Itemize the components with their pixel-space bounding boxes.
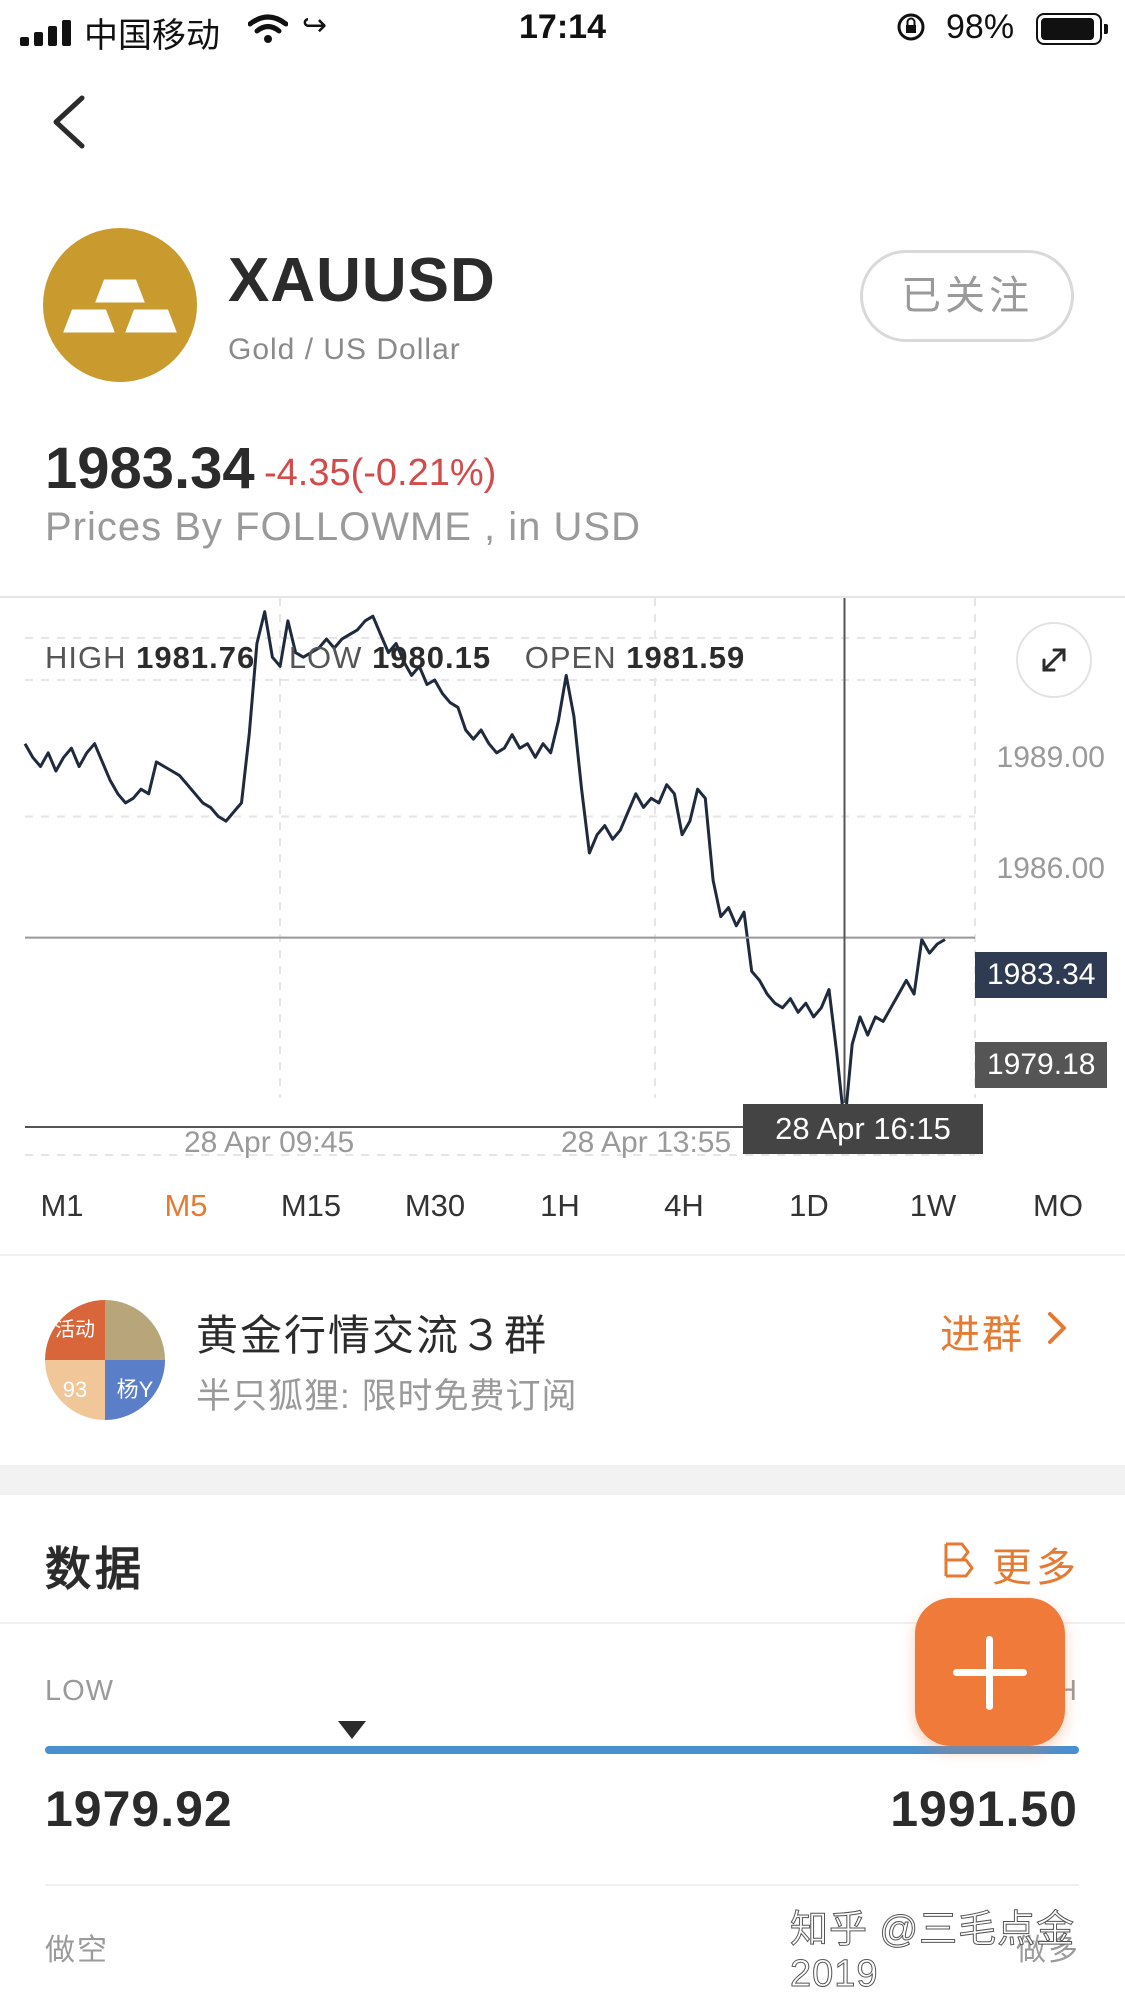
tab-mo[interactable]: MO — [996, 1188, 1120, 1224]
range-high-value: 1991.50 — [890, 1781, 1078, 1837]
price-change: -4.35(-0.21%) — [264, 452, 497, 494]
battery-icon — [1036, 13, 1108, 45]
current-price-tag: 1983.34 — [975, 952, 1108, 998]
data-section-title: 数据 — [45, 1543, 145, 1595]
instrument-name: Gold / US Dollar — [228, 333, 461, 366]
ohlc-readout: HIGH 1981.76 LOW 1980.15 OPEN 1981.59 — [45, 640, 769, 676]
group-name[interactable]: 黄金行情交流３群 — [196, 1302, 548, 1363]
avatar-tile: 杨Y — [105, 1360, 165, 1420]
group-avatar[interactable]: 活动 93 杨Y — [45, 1300, 165, 1420]
range-low-value: 1979.92 — [45, 1781, 233, 1837]
tab-m5[interactable]: M5 — [124, 1188, 248, 1224]
back-chevron-icon[interactable] — [42, 92, 102, 152]
x-axis-label: 28 Apr 09:45 — [184, 1126, 355, 1159]
open-value: 1981.59 — [626, 640, 746, 675]
divider — [0, 1254, 1125, 1256]
section-spacer — [0, 1465, 1125, 1495]
range-low-label: LOW — [45, 1675, 115, 1707]
instrument-symbol: XAUUSD — [228, 246, 496, 315]
y-axis-label: 1989.00 — [996, 741, 1105, 774]
tab-m15[interactable]: M15 — [249, 1188, 373, 1224]
gold-bars-logo — [43, 228, 197, 382]
current-price: 1983.34 — [45, 436, 255, 501]
short-label: 做空 — [45, 1934, 109, 1967]
fullscreen-button[interactable] — [1016, 622, 1092, 698]
tab-1h[interactable]: 1H — [498, 1188, 622, 1224]
join-group-button[interactable]: 进群 — [940, 1302, 1024, 1360]
crosshair-price-tag: 1979.18 — [975, 1042, 1108, 1088]
avatar-tile: 93 — [45, 1360, 105, 1420]
more-link[interactable]: 更多 — [992, 1535, 1080, 1593]
tab-m1[interactable]: M1 — [0, 1188, 124, 1224]
avatar-tile — [105, 1300, 165, 1360]
range-marker-icon — [338, 1721, 366, 1739]
tab-1w[interactable]: 1W — [871, 1188, 995, 1224]
x-axis-label: 28 Apr 13:55 — [561, 1126, 732, 1159]
watermark: 知乎 @三毛点金2019 — [790, 1909, 1076, 1996]
tab-1d[interactable]: 1D — [747, 1188, 871, 1224]
low-value: 1980.15 — [372, 640, 492, 675]
price-source: Prices By FOLLOWME , in USD — [45, 505, 641, 549]
low-label: LOW — [288, 640, 363, 675]
tab-4h[interactable]: 4H — [622, 1188, 746, 1224]
add-button[interactable] — [915, 1598, 1065, 1746]
high-value: 1981.76 — [136, 640, 256, 675]
avatar-tile: 活动 — [45, 1300, 105, 1360]
more-list-icon[interactable] — [940, 1540, 980, 1580]
orientation-lock-icon — [897, 13, 925, 41]
y-axis-label: 1986.00 — [996, 852, 1105, 885]
expand-icon — [1042, 648, 1066, 672]
tab-m30[interactable]: M30 — [373, 1188, 497, 1224]
crosshair-date-tag: 28 Apr 16:15 — [743, 1104, 983, 1154]
divider — [45, 1884, 1079, 1886]
chevron-right-icon[interactable] — [1042, 1308, 1072, 1348]
day-range-bar — [45, 1746, 1079, 1754]
open-label: OPEN — [524, 640, 617, 675]
timeframe-tabs: M1 M5 M15 M30 1H 4H 1D 1W MO — [0, 1188, 1125, 1238]
price-chart[interactable] — [0, 598, 1125, 1158]
gold-bars-icon — [58, 276, 182, 336]
battery-percent: 98% — [946, 8, 1015, 46]
followed-button[interactable]: 已关注 — [860, 250, 1074, 342]
price-line — [23, 610, 946, 1128]
group-subtitle: 半只狐狸: 限时免费订阅 — [196, 1377, 578, 1416]
high-label: HIGH — [45, 640, 127, 675]
status-bar: 中国移动 ↪ 17:14 98% — [0, 0, 1125, 60]
chart-grid — [25, 598, 976, 1157]
